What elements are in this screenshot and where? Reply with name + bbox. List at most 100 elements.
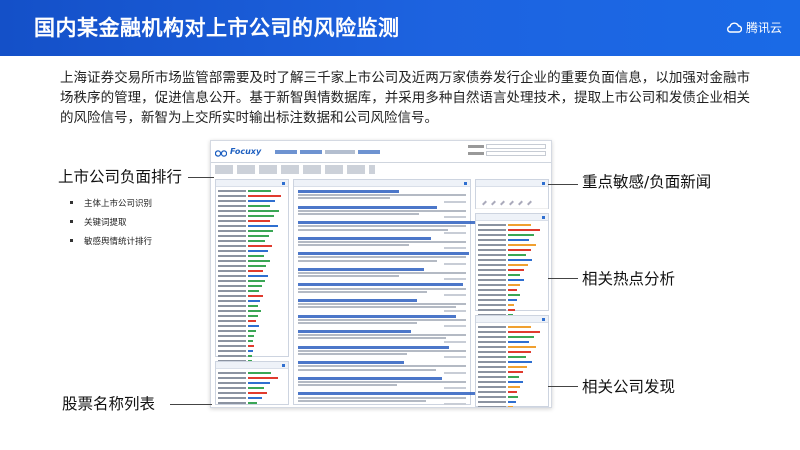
cloud-icon [726, 18, 743, 37]
mini-row [218, 396, 286, 401]
mini-row [218, 386, 286, 391]
mini-row [218, 284, 286, 289]
mini-news-item [298, 236, 466, 250]
mini-row [218, 344, 286, 349]
mini-news-item [298, 298, 466, 312]
mini-row [218, 219, 286, 224]
mini-row [218, 376, 286, 381]
mini-row [478, 405, 546, 407]
mini-row [218, 391, 286, 396]
hotspot-panel [475, 213, 549, 317]
annotation-line-left-bottom [170, 404, 212, 405]
mini-row [478, 385, 546, 390]
bullet-item: 敏感舆情统计排行 [70, 235, 152, 254]
mini-row [218, 194, 286, 199]
mini-row [478, 365, 546, 370]
annotation-line-left-top [188, 177, 214, 178]
mini-row [478, 345, 546, 350]
mini-row [478, 253, 546, 258]
mini-row [478, 360, 546, 365]
dashboard-menu [275, 150, 380, 154]
stock-list-panel [215, 361, 289, 405]
mini-row [478, 268, 546, 273]
mini-row [478, 288, 546, 293]
related-company-panel [475, 315, 549, 407]
annotation-sensitive-news: 重点敏感/负面新闻 [582, 173, 712, 191]
mini-row [478, 330, 546, 335]
mini-news-item [298, 330, 466, 343]
dashboard-filters [468, 144, 546, 158]
mini-news-item [298, 376, 466, 390]
mini-news-item [298, 361, 466, 374]
mini-row [478, 273, 546, 278]
mini-row [218, 309, 286, 314]
brand-name: 腾讯云 [745, 21, 782, 35]
mini-row [218, 224, 286, 229]
header-band: 国内某金融机构对上市公司的风险监测 腾讯云 [0, 0, 800, 56]
mini-row [478, 370, 546, 375]
mini-row [218, 324, 286, 329]
mini-row [478, 390, 546, 395]
mini-news-item [298, 205, 466, 219]
mini-news-item [298, 283, 466, 296]
mini-news-item [298, 345, 466, 359]
mini-row [218, 349, 286, 354]
mini-news-item [298, 190, 466, 203]
mini-row [218, 269, 286, 274]
mini-row [218, 329, 286, 334]
mini-row [478, 278, 546, 283]
mini-row [478, 228, 546, 233]
mini-row [218, 339, 286, 344]
mini-row [478, 283, 546, 288]
mini-news-item [298, 267, 466, 281]
mini-row [218, 334, 286, 339]
mini-news-item [298, 314, 466, 328]
mini-row [218, 294, 286, 299]
mini-row [478, 395, 546, 400]
mini-news-item [298, 221, 477, 234]
mini-row [218, 234, 286, 239]
mini-row [218, 264, 286, 269]
mini-row [478, 375, 546, 380]
bullet-item: 主体上市公司识别 [70, 197, 152, 216]
mini-row [218, 314, 286, 319]
mini-row [478, 335, 546, 340]
dashboard-news-column [293, 179, 482, 405]
dashboard-logo: Focuxy [230, 147, 262, 156]
annotation-line-right-2 [548, 278, 578, 279]
mini-row [478, 223, 546, 228]
bullet-item: 关键词提取 [70, 216, 152, 235]
mini-row [478, 355, 546, 360]
annotation-negative-ranking: 上市公司负面排行 [58, 168, 183, 186]
feature-bullets: 主体上市公司识别 关键词提取 敏感舆情统计排行 [70, 197, 152, 254]
mini-row [218, 401, 286, 406]
brand-logo: 腾讯云 [726, 18, 782, 37]
annotation-stock-list: 股票名称列表 [62, 395, 156, 413]
mini-row [478, 263, 546, 268]
mini-row [478, 400, 546, 405]
mini-news-item [298, 392, 482, 405]
mini-row [218, 199, 286, 204]
mini-row [478, 340, 546, 345]
mini-row [218, 204, 286, 209]
dashboard-left-column [215, 179, 289, 405]
news-list-panel [293, 179, 482, 405]
mini-row [478, 258, 546, 263]
sensitive-news-panel [475, 179, 549, 209]
mini-row [218, 189, 286, 194]
mini-row [478, 248, 546, 253]
intro-paragraph: 上海证券交易所市场监管部需要及时了解三千家上市公司及近两万家债券发行企业的重要负… [60, 70, 750, 126]
dashboard-right-column [475, 179, 549, 407]
mini-row [478, 350, 546, 355]
mini-row [218, 279, 286, 284]
mini-row [218, 299, 286, 304]
mini-row [218, 304, 286, 309]
mini-row [218, 319, 286, 324]
mini-row [478, 325, 546, 330]
slide: 国内某金融机构对上市公司的风险监测 腾讯云 上海证券交易所市场监管部需要及时了解… [0, 0, 800, 450]
mini-row [478, 238, 546, 243]
mini-row [478, 293, 546, 298]
mini-row [218, 214, 286, 219]
mini-row [218, 229, 286, 234]
mini-row [218, 274, 286, 279]
